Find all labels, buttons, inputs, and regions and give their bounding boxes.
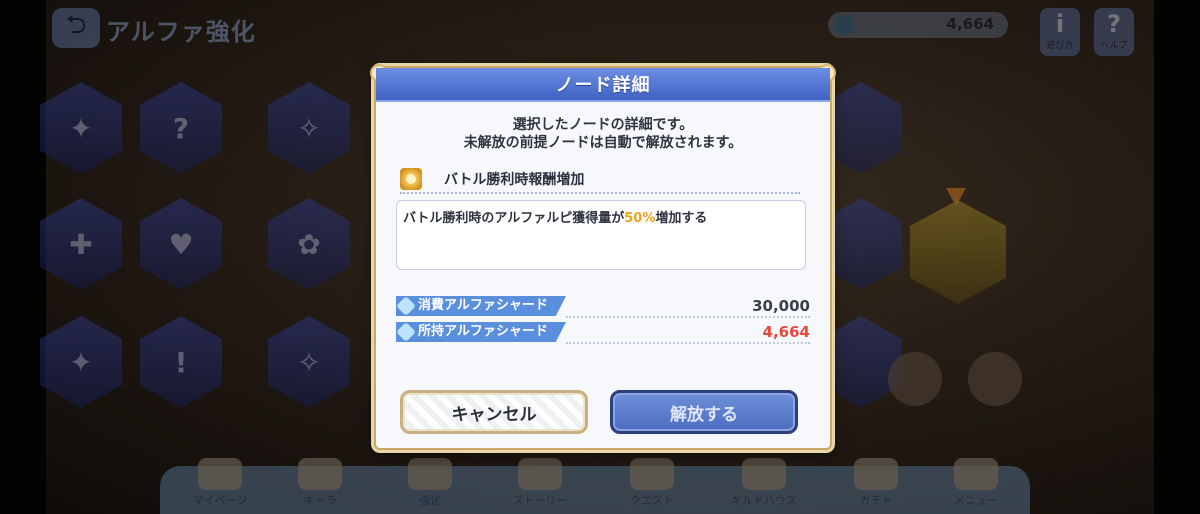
cancel-button[interactable]: キャンセル: [400, 390, 588, 434]
owned-row: 所持アルファシャード 4,664: [396, 322, 810, 344]
effect-prefix: バトル勝利時のアルファルピ獲得量が: [403, 211, 625, 226]
effect-suffix: 増加する: [655, 211, 708, 226]
node-detail-dialog: ノード詳細 選択したノードの詳細です。 未解放の前提ノードは自動で解放されます。…: [370, 64, 836, 450]
cost-value: 30,000: [752, 297, 810, 315]
cost-label: 消費アルファシャード: [418, 298, 548, 313]
dialog-header: ノード詳細: [376, 68, 830, 102]
dialog-title: ノード詳細: [555, 75, 651, 96]
owned-label-badge: 所持アルファシャード: [396, 322, 566, 342]
cost-label-badge: 消費アルファシャード: [396, 296, 566, 316]
effect-text: バトル勝利時のアルファルピ獲得量が50%増加する: [403, 207, 707, 226]
divider: [566, 342, 810, 344]
bonus-node-icon: [400, 168, 422, 190]
owned-value: 4,664: [762, 323, 810, 341]
cost-row: 消費アルファシャード 30,000: [396, 296, 810, 318]
effect-box: バトル勝利時のアルファルピ獲得量が50%増加する: [396, 200, 806, 270]
cancel-label: キャンセル: [451, 404, 537, 425]
description-line-1: 選択したノードの詳細です。: [512, 117, 694, 133]
shard-icon: [396, 296, 416, 316]
background-scene: ✦ ? ✧ ✚ ♥ ✿ ✦ ! ✧ 夏の他化解放 解放可能地点 ⮌ アルファ強化…: [0, 0, 1200, 514]
dialog-description: 選択したノードの詳細です。 未解放の前提ノードは自動で解放されます。: [376, 116, 830, 152]
divider: [566, 316, 810, 318]
unlock-button[interactable]: 解放する: [610, 390, 798, 434]
node-name-row: バトル勝利時報酬増加: [400, 168, 800, 194]
description-line-2: 未解放の前提ノードは自動で解放されます。: [463, 135, 743, 151]
effect-highlight: 50%: [624, 211, 656, 226]
owned-label: 所持アルファシャード: [418, 324, 548, 339]
shard-icon: [396, 322, 416, 342]
node-name: バトル勝利時報酬増加: [444, 172, 585, 188]
unlock-label: 解放する: [670, 404, 738, 425]
